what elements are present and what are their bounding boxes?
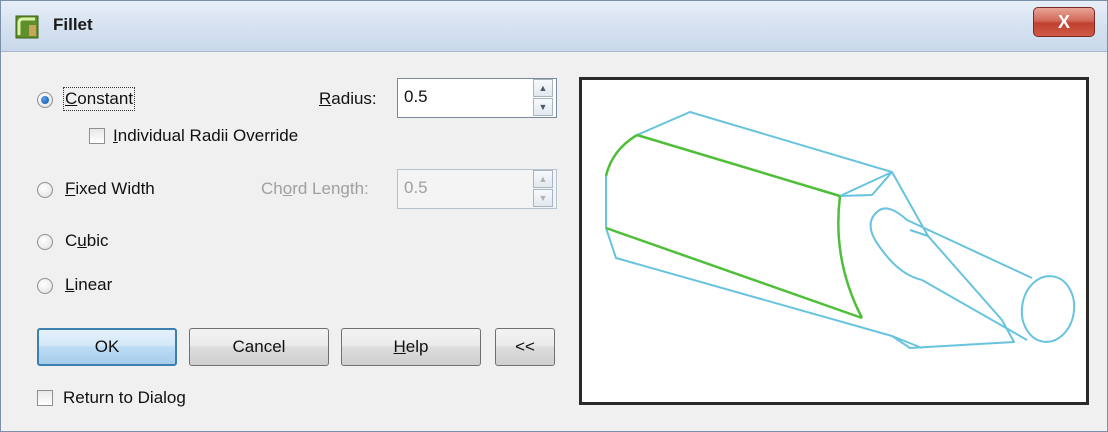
chord-length-spinner[interactable]: ▲ ▼ [533, 170, 553, 208]
radius-spinner[interactable]: ▲ ▼ [533, 79, 553, 117]
radius-spin-up-button[interactable]: ▲ [533, 79, 553, 97]
close-button[interactable]: X [1033, 7, 1095, 37]
constant-label[interactable]: Constant [62, 87, 136, 111]
cubic-label[interactable]: Cubic [65, 231, 108, 251]
fillet-dialog: Fillet X Constant Radius: 0.5 ▲ ▼ Indivi… [0, 0, 1108, 432]
radius-label: Radius: [319, 89, 377, 108]
fillet-preview-image [604, 111, 1076, 349]
chord-length-spin-up-button[interactable]: ▲ [533, 170, 553, 188]
app-icon [15, 15, 39, 39]
linear-radio[interactable] [37, 278, 53, 294]
radius-value: 0.5 [404, 87, 428, 106]
collapse-button[interactable]: << [495, 328, 555, 366]
chord-length-value: 0.5 [404, 178, 428, 197]
radius-spin-down-button[interactable]: ▼ [533, 98, 553, 116]
return-to-dialog-label[interactable]: Return to Dialog [63, 388, 186, 408]
fixed-width-label[interactable]: Fixed Width [65, 179, 155, 199]
return-to-dialog-checkbox[interactable] [37, 390, 53, 406]
title-bar: Fillet X [1, 1, 1107, 52]
chord-length-spin-down-button[interactable]: ▼ [533, 189, 553, 207]
cubic-radio[interactable] [37, 234, 53, 250]
individual-radii-label[interactable]: Individual Radii Override [113, 126, 298, 146]
linear-label[interactable]: Linear [65, 275, 112, 295]
constant-radio[interactable] [37, 92, 53, 108]
cancel-button[interactable]: Cancel [189, 328, 329, 366]
fillet-preview [579, 77, 1089, 405]
close-icon: X [1057, 12, 1070, 32]
fixed-width-radio[interactable] [37, 182, 53, 198]
chord-length-label: Chord Length: [261, 179, 369, 198]
help-button[interactable]: Help [341, 328, 481, 366]
window-title: Fillet [53, 15, 93, 34]
dialog-body: Constant Radius: 0.5 ▲ ▼ Individual Radi… [1, 52, 1107, 431]
ok-button[interactable]: OK [37, 328, 177, 366]
individual-radii-checkbox[interactable] [89, 128, 105, 144]
